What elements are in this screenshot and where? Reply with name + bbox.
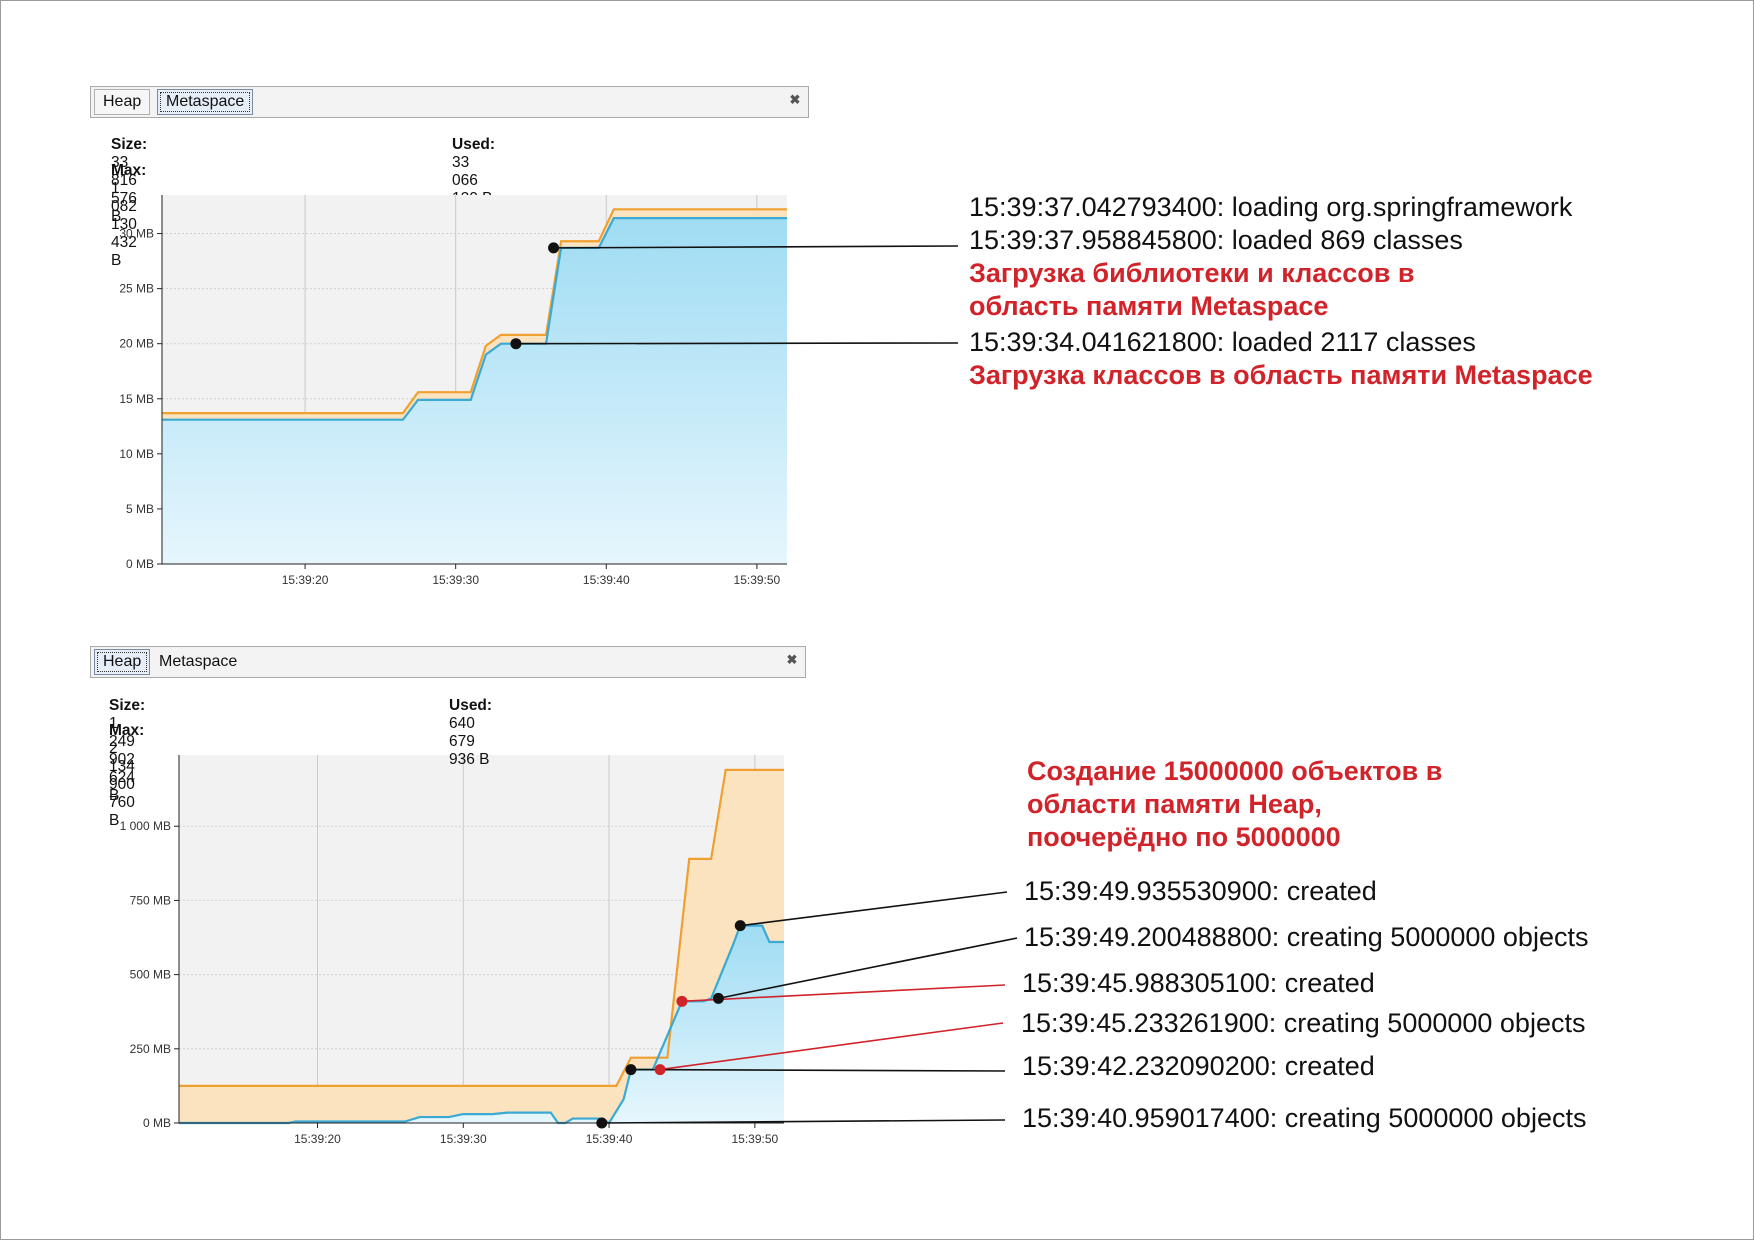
y-tick-label: 15 MB	[119, 392, 154, 406]
event-created-3: 15:39:49.935530900: created	[1024, 876, 1377, 906]
annotation-red-library: Загрузка библиотеки и классов в	[969, 258, 1415, 288]
event-marker	[548, 242, 560, 254]
y-tick-label: 500 MB	[130, 968, 171, 982]
annotation-red-library-2: область памяти Metaspace	[969, 291, 1329, 321]
event-creating-3: 15:39:49.200488800: creating 5000000 obj…	[1024, 922, 1589, 952]
used-stat: Used: 640 679 936 B	[449, 697, 492, 769]
event-creating-1: 15:39:40.959017400: creating 5000000 obj…	[1022, 1103, 1587, 1133]
heap-title-line-2: области памяти Heap,	[1027, 789, 1322, 819]
y-tick-label: 250 MB	[130, 1042, 171, 1056]
event-marker	[654, 1064, 666, 1076]
heap-title-line-3: поочерёдно по 5000000	[1027, 822, 1341, 852]
y-tick-label: 10 MB	[119, 447, 154, 461]
used-label: Used:	[449, 697, 493, 714]
annotation-loaded-869: 15:39:37.958845800: loaded 869 classes	[969, 225, 1463, 255]
event-marker	[625, 1064, 637, 1076]
tab-metaspace[interactable]: Metaspace	[150, 649, 246, 675]
event-creating-2: 15:39:45.233261900: creating 5000000 obj…	[1021, 1008, 1586, 1038]
event-marker	[676, 995, 688, 1007]
x-tick-label: 15:39:30	[432, 573, 479, 587]
tab-bar: Heap Metaspace ✖	[90, 646, 806, 678]
x-tick-label: 15:39:20	[282, 573, 329, 587]
max-label: Max:	[109, 722, 145, 739]
x-tick-label: 15:39:40	[583, 573, 630, 587]
y-tick-label: 750 MB	[130, 893, 171, 907]
annotation-loading: 15:39:37.042793400: loading org.springfr…	[969, 192, 1573, 222]
metaspace-chart: 0 MB 5 MB 10 MB 15 MB 20 MB 25 MB 30 MB 15:39:2…	[119, 195, 1018, 1146]
metaspace-chart-group: 0 MB 5 MB 10 MB 15 MB 20 MB 25 MB 30 MB 15:39:2…	[119, 195, 959, 587]
close-icon[interactable]: ✖	[785, 653, 799, 667]
event-marker	[712, 992, 724, 1004]
heap-chart-group: 0 MB250 MB500 MB750 MB1 000 MB15:39:20 15…	[120, 755, 1018, 1146]
x-tick-label: 15:39:50	[731, 1132, 778, 1146]
size-label: Size:	[109, 697, 146, 714]
y-tick-label: 25 MB	[119, 282, 154, 296]
x-tick-label: 15:39:50	[734, 573, 781, 587]
annotation-loaded-2117: 15:39:34.041621800: loaded 2117 classes	[969, 327, 1476, 357]
event-marker	[734, 920, 746, 932]
x-tick-label: 15:39:30	[440, 1132, 487, 1146]
y-tick-label: 5 MB	[126, 502, 154, 516]
max-value: 2 134 900 760 B	[109, 740, 135, 829]
event-marker	[596, 1117, 608, 1129]
y-tick-label: 0 MB	[126, 557, 154, 571]
event-created-1: 15:39:42.232090200: created	[1022, 1051, 1375, 1081]
annotation-red-classes: Загрузка классов в область памяти Metasp…	[969, 360, 1593, 390]
x-tick-label: 15:39:40	[586, 1132, 633, 1146]
y-tick-label: 0 MB	[143, 1116, 171, 1130]
event-created-2: 15:39:45.988305100: created	[1022, 968, 1375, 998]
heap-title-line-1: Создание 15000000 объектов в	[1027, 756, 1443, 786]
tab-heap[interactable]: Heap	[94, 649, 151, 675]
x-tick-label: 15:39:20	[294, 1132, 341, 1146]
used-value: 640 679 936 B	[449, 715, 490, 768]
max-stat: Max: 2 134 900 760 B	[109, 722, 144, 830]
y-tick-label: 20 MB	[119, 337, 154, 351]
y-tick-label: 30 MB	[119, 227, 154, 241]
leader-line	[515, 342, 959, 345]
event-marker	[510, 338, 522, 350]
